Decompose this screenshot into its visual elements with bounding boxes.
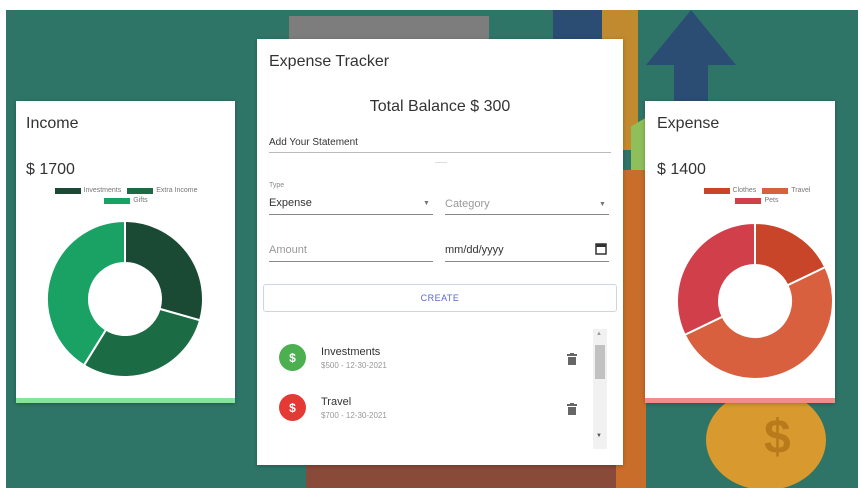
transaction-title: Travel bbox=[321, 396, 352, 408]
expense-status-bar bbox=[645, 398, 835, 403]
scroll-thumb[interactable] bbox=[595, 345, 605, 379]
transaction-item[interactable]: $ Travel $700 - 12-30-2021 bbox=[269, 379, 589, 425]
legend-label: Travel bbox=[791, 187, 811, 194]
income-title: Income bbox=[26, 115, 79, 132]
dollar-icon: $ bbox=[279, 344, 306, 371]
expense-card: Expense $ 1400 Clothes Travel Pets bbox=[645, 101, 835, 403]
amount-underline bbox=[269, 261, 433, 262]
legend-swatch bbox=[127, 187, 154, 194]
legend-label: Extra Income bbox=[156, 187, 198, 194]
tracker-title: Expense Tracker bbox=[269, 53, 390, 70]
transaction-item[interactable]: $ Investments $500 - 12-30-2021 bbox=[269, 329, 589, 375]
create-button[interactable]: CREATE bbox=[263, 284, 617, 312]
legend-item[interactable]: Pets bbox=[735, 197, 779, 204]
total-balance: Total Balance $ 300 bbox=[369, 98, 511, 115]
donut-slice[interactable] bbox=[82, 307, 202, 378]
income-card: Income $ 1700 Investments Extra Income Gif… bbox=[16, 101, 235, 403]
chevron-down-icon: ▼ bbox=[599, 201, 606, 208]
calendar-icon[interactable] bbox=[595, 242, 607, 255]
category-placeholder: Category bbox=[445, 198, 490, 210]
date-input[interactable]: mm/dd/yyyy bbox=[445, 234, 609, 264]
legend-item[interactable]: Gifts bbox=[104, 197, 148, 204]
income-amount: $ 1700 bbox=[26, 161, 75, 178]
expense-title: Expense bbox=[657, 115, 720, 132]
delete-icon[interactable] bbox=[567, 353, 577, 365]
dollar-icon: $ bbox=[279, 394, 306, 421]
type-select[interactable]: Type Expense ▼ bbox=[269, 182, 433, 217]
category-underline bbox=[445, 214, 609, 215]
date-placeholder: mm/dd/yyyy bbox=[445, 244, 504, 256]
delete-icon[interactable] bbox=[567, 403, 577, 415]
legend-label: Pets bbox=[764, 197, 779, 204]
statement-label: Add Your Statement bbox=[269, 137, 358, 148]
expense-donut-chart bbox=[676, 221, 834, 380]
type-label: Type bbox=[269, 182, 285, 189]
legend-label: Clothes bbox=[732, 187, 757, 194]
donut-slice[interactable] bbox=[676, 221, 756, 337]
dollar-icon: $ bbox=[764, 411, 791, 464]
chevron-down-icon: ▼ bbox=[423, 200, 430, 207]
amount-placeholder: Amount bbox=[269, 244, 307, 256]
expense-amount: $ 1400 bbox=[657, 161, 706, 178]
legend-label: Investments bbox=[83, 187, 122, 194]
legend-item[interactable]: Travel bbox=[762, 187, 810, 194]
type-underline bbox=[269, 214, 433, 215]
arrow-up-icon bbox=[646, 10, 736, 110]
income-donut-chart bbox=[46, 219, 204, 378]
legend-label: Gifts bbox=[133, 197, 148, 204]
legend-item[interactable]: Investments bbox=[54, 187, 122, 194]
legend-swatch bbox=[703, 187, 730, 194]
type-value: Expense bbox=[269, 197, 312, 209]
legend-item[interactable]: Extra Income bbox=[127, 187, 198, 194]
expense-legend: Clothes Travel Pets bbox=[687, 187, 827, 204]
transaction-subtitle: $500 - 12-30-2021 bbox=[321, 361, 387, 370]
category-select[interactable]: Category ▼ bbox=[445, 182, 609, 217]
legend-item[interactable]: Clothes bbox=[703, 187, 757, 194]
statement-divider bbox=[269, 152, 611, 153]
transaction-list[interactable]: $ Investments $500 - 12-30-2021 $ Travel $700… bbox=[269, 329, 611, 449]
legend-swatch bbox=[735, 197, 762, 204]
list-scrollbar[interactable]: ▲ ▼ bbox=[593, 329, 607, 449]
date-underline bbox=[445, 261, 609, 262]
app-root: $ Income $ 1700 Investments Extra Income G… bbox=[0, 0, 861, 488]
transaction-title: Investments bbox=[321, 346, 381, 358]
donut-slice[interactable] bbox=[124, 219, 204, 322]
legend-swatch bbox=[54, 187, 81, 194]
legend-swatch bbox=[104, 197, 131, 204]
amount-input[interactable]: Amount bbox=[269, 234, 433, 264]
scroll-up-icon[interactable]: ▲ bbox=[596, 331, 602, 337]
income-status-bar bbox=[16, 398, 235, 403]
scroll-down-icon[interactable]: ▼ bbox=[596, 433, 602, 439]
expense-tracker-card: Expense Tracker Total Balance $ 300 Add … bbox=[257, 39, 623, 465]
loading-indicator bbox=[435, 162, 447, 163]
transaction-subtitle: $700 - 12-30-2021 bbox=[321, 411, 387, 420]
income-legend: Investments Extra Income Gifts bbox=[30, 187, 222, 204]
legend-swatch bbox=[762, 187, 789, 194]
